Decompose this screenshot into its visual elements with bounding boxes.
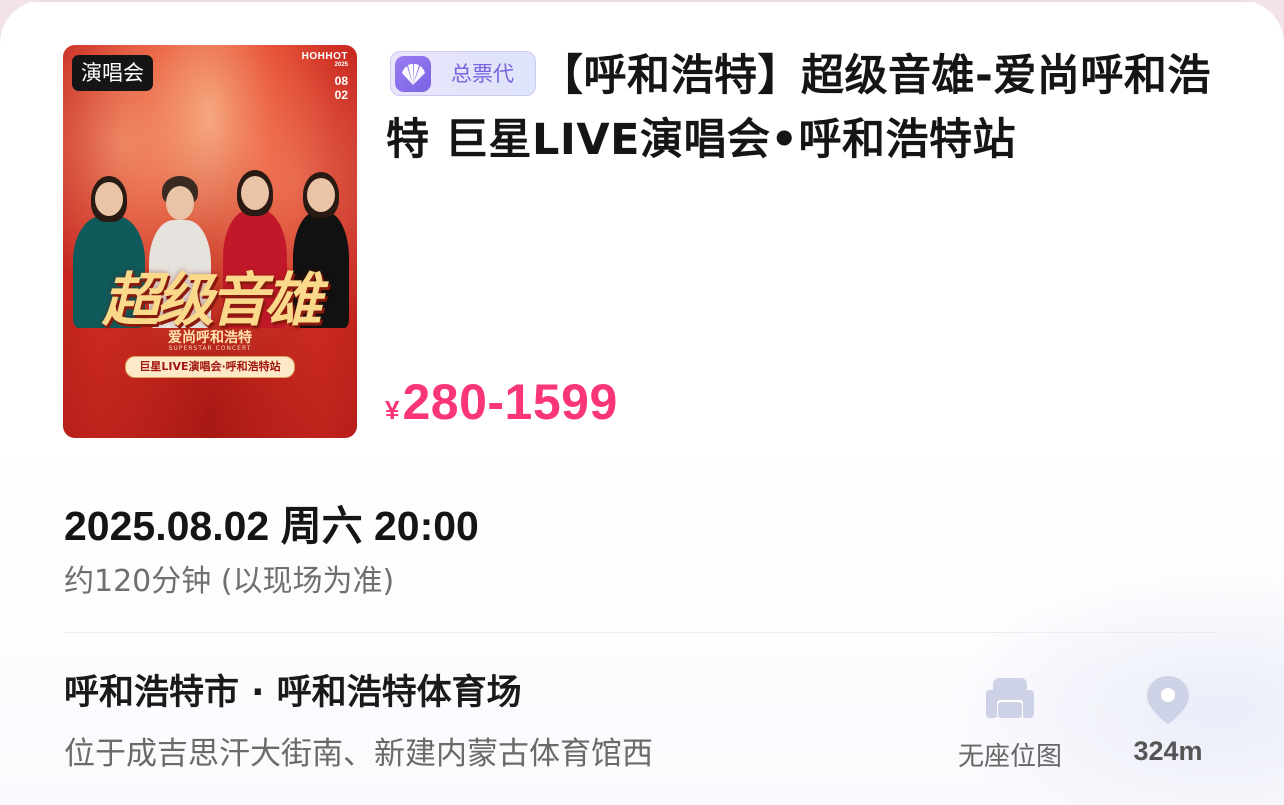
event-detail-card: 演唱会 HOHHOT 2025 08 02 超级音雄 爱尚呼和浩特 SUPERS… bbox=[0, 0, 1284, 805]
top-divider bbox=[0, 0, 1284, 2]
distance-button[interactable]: 324m bbox=[1118, 674, 1218, 774]
seat-map-label: 无座位图 bbox=[957, 742, 1062, 772]
venue-name[interactable]: 呼和浩特市 · 呼和浩特体育场 bbox=[64, 664, 522, 715]
poster-corner-year: 2025 bbox=[334, 62, 348, 68]
price-value: 280-1599 bbox=[402, 374, 618, 430]
venue-address[interactable]: 位于成吉思汗大街南、新建内蒙古体育馆西 bbox=[64, 728, 653, 773]
agent-badge: 总票代 bbox=[390, 51, 536, 96]
section-divider bbox=[63, 632, 1221, 633]
event-poster[interactable]: 演唱会 HOHHOT 2025 08 02 超级音雄 爱尚呼和浩特 SUPERS… bbox=[63, 45, 357, 438]
agent-badge-label: 总票代 bbox=[451, 62, 514, 86]
map-pin-icon bbox=[1147, 676, 1189, 724]
fan-logo-icon bbox=[395, 56, 431, 92]
poster-corner-day: 02 bbox=[334, 88, 348, 102]
poster-pill: 巨星LIVE演唱会·呼和浩特站 bbox=[125, 356, 295, 378]
distance-label: 324m bbox=[1133, 736, 1203, 766]
poster-subtitle-en: SUPERSTAR CONCERT bbox=[168, 345, 252, 352]
poster-corner-month: 08 bbox=[334, 74, 348, 88]
poster-date-mark: HOHHOT 2025 08 02 bbox=[302, 51, 348, 102]
sofa-seat-icon bbox=[986, 678, 1034, 718]
event-duration: 约120分钟 (以现场为准) bbox=[64, 564, 395, 599]
price-currency: ¥ bbox=[385, 395, 400, 425]
poster-corner-city: HOHHOT bbox=[301, 51, 348, 62]
poster-subtitle: 爱尚呼和浩特 bbox=[168, 330, 252, 346]
price-range: ¥280-1599 bbox=[385, 373, 618, 431]
poster-title: 超级音雄 bbox=[101, 266, 322, 334]
event-datetime: 2025.08.02 周六 20:00 bbox=[64, 503, 479, 549]
seat-map-button[interactable]: 无座位图 bbox=[945, 676, 1075, 776]
poster-category-tag: 演唱会 bbox=[72, 55, 153, 91]
